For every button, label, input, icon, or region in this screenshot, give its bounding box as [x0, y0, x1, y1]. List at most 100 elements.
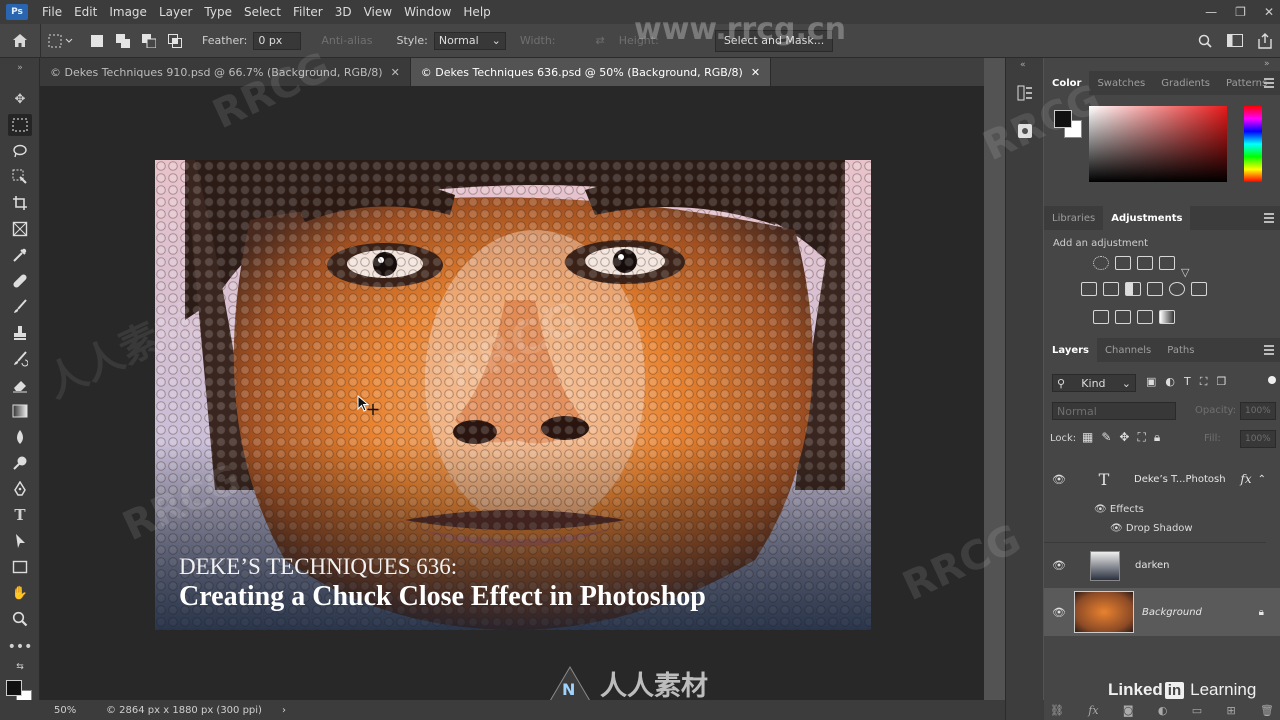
menu-type[interactable]: Type — [198, 5, 238, 19]
layer-row-text[interactable]: 👁︎ T Deke’s T...Photosh fx ⌃ — [1044, 456, 1266, 502]
subtract-selection-icon[interactable] — [136, 33, 162, 48]
panel-menu-icon[interactable] — [1264, 78, 1274, 88]
dodge-tool-icon[interactable] — [8, 452, 32, 474]
close-window-icon[interactable]: ✕ — [1264, 5, 1274, 19]
frame-tool-icon[interactable] — [8, 218, 32, 240]
gradient-tool-icon[interactable] — [8, 400, 32, 422]
rectangle-tool-icon[interactable] — [8, 556, 32, 578]
drop-shadow-row[interactable]: 👁︎ Drop Shadow — [1110, 523, 1193, 534]
brush-tool-icon[interactable] — [8, 296, 32, 318]
more-tools-icon[interactable]: ••• — [8, 636, 33, 658]
layer-filter-select[interactable]: ⚲ Kind ⌄ — [1052, 374, 1136, 392]
eye-icon[interactable]: 👁︎ — [1110, 523, 1123, 534]
photo-filter-icon[interactable] — [1147, 282, 1163, 296]
home-icon[interactable] — [0, 33, 40, 48]
hue-saturation-icon[interactable] — [1081, 282, 1097, 296]
style-select[interactable]: Normal ⌄ — [433, 31, 506, 50]
crop-tool-icon[interactable] — [8, 192, 32, 214]
invert-icon[interactable] — [1093, 310, 1109, 324]
curves-icon[interactable] — [1137, 256, 1153, 270]
pen-tool-icon[interactable] — [8, 478, 32, 500]
eye-icon[interactable]: 👁︎ — [1044, 559, 1074, 572]
collapse-toolbar-icon[interactable]: » — [8, 62, 32, 74]
menu-file[interactable]: File — [36, 5, 68, 19]
lasso-tool-icon[interactable] — [8, 140, 32, 162]
feather-input[interactable]: 0 px — [253, 31, 302, 50]
menu-view[interactable]: View — [358, 5, 398, 19]
lock-artboard-icon[interactable]: ⛶ — [1137, 430, 1145, 445]
gradient-map-icon[interactable] — [1159, 310, 1175, 324]
brightness-contrast-icon[interactable] — [1093, 256, 1109, 270]
menu-window[interactable]: Window — [398, 5, 457, 19]
black-white-icon[interactable] — [1125, 282, 1141, 296]
menu-edit[interactable]: Edit — [68, 5, 103, 19]
menu-select[interactable]: Select — [238, 5, 287, 19]
opacity-input[interactable]: 100% — [1240, 402, 1276, 420]
panel-menu-icon[interactable] — [1264, 345, 1274, 355]
collapse-panels-icon[interactable]: » — [1264, 59, 1270, 69]
antialias-checkbox[interactable]: Anti-alias — [321, 34, 372, 47]
filter-toggle[interactable] — [1268, 376, 1276, 384]
tab-libraries[interactable]: Libraries — [1044, 206, 1103, 230]
filter-shape-icon[interactable]: ⛶ — [1200, 375, 1208, 389]
minimize-icon[interactable]: — — [1205, 5, 1217, 19]
clone-stamp-tool-icon[interactable] — [8, 322, 32, 344]
new-group-icon[interactable]: ▭ — [1192, 704, 1202, 717]
share-icon[interactable] — [1250, 32, 1280, 49]
document-image[interactable]: RRCG DEKE’S TECHNIQUES 636: Creating a C… — [155, 160, 871, 630]
swap-dimensions-icon[interactable]: ⇄ — [596, 34, 605, 47]
add-mask-icon[interactable]: ◙ — [1123, 704, 1134, 717]
menu-help[interactable]: Help — [457, 5, 496, 19]
menu-filter[interactable]: Filter — [287, 5, 329, 19]
new-adjustment-icon[interactable]: ◐ — [1158, 704, 1168, 717]
tab-layers[interactable]: Layers — [1044, 338, 1097, 362]
lock-all-icon[interactable]: 🔒︎ — [1154, 430, 1160, 445]
new-layer-icon[interactable]: ⊞ — [1226, 704, 1235, 717]
workspace-icon[interactable] — [1220, 34, 1250, 47]
tab-document-910[interactable]: © Dekes Techniques 910.psd @ 66.7% (Back… — [40, 58, 411, 86]
eye-icon[interactable]: 👁︎ — [1044, 606, 1074, 619]
chevron-up-icon[interactable]: ⌃ — [1258, 474, 1266, 485]
menu-layer[interactable]: Layer — [153, 5, 198, 19]
blend-mode-select[interactable]: Normal — [1052, 402, 1176, 420]
delete-layer-icon[interactable]: 🗑︎ — [1260, 704, 1274, 717]
link-layers-icon[interactable]: ⛓ — [1050, 704, 1064, 717]
color-balance-icon[interactable] — [1103, 282, 1119, 296]
filter-type-icon[interactable]: T — [1184, 375, 1191, 389]
levels-icon[interactable] — [1115, 256, 1131, 270]
add-style-icon[interactable]: fx — [1088, 704, 1098, 717]
exposure-icon[interactable] — [1159, 256, 1175, 270]
fill-input[interactable]: 100% — [1240, 430, 1276, 448]
color-field[interactable] — [1089, 106, 1227, 182]
tab-paths[interactable]: Paths — [1159, 338, 1202, 362]
channel-mixer-icon[interactable] — [1169, 282, 1185, 296]
search-icon[interactable] — [1190, 34, 1220, 48]
menu-image[interactable]: Image — [103, 5, 153, 19]
foreground-color-swatch[interactable] — [6, 680, 22, 696]
tab-adjustments[interactable]: Adjustments — [1103, 206, 1191, 230]
marquee-preset-icon[interactable] — [40, 23, 80, 58]
history-brush-tool-icon[interactable] — [8, 348, 32, 370]
intersect-selection-icon[interactable] — [162, 33, 188, 48]
filter-smart-object-icon[interactable]: ❐ — [1216, 375, 1226, 389]
new-selection-icon[interactable] — [84, 34, 110, 47]
vibrance-icon[interactable]: ▽ — [1181, 256, 1197, 279]
swap-colors-icon[interactable]: ⇆ — [8, 660, 32, 674]
eraser-tool-icon[interactable] — [8, 374, 32, 396]
eyedropper-tool-icon[interactable] — [8, 244, 32, 266]
rectangular-marquee-tool-icon[interactable] — [8, 114, 32, 136]
close-icon[interactable]: ✕ — [751, 66, 760, 79]
lock-transparent-icon[interactable]: ▦ — [1082, 430, 1093, 445]
lock-pixels-icon[interactable]: ✎ — [1101, 430, 1111, 445]
path-selection-tool-icon[interactable] — [8, 530, 32, 552]
blur-tool-icon[interactable] — [8, 426, 32, 448]
threshold-icon[interactable] — [1137, 310, 1153, 324]
layer-row-background[interactable]: 👁︎ Background 🔒︎ — [1044, 588, 1280, 636]
type-tool-icon[interactable]: T — [8, 504, 32, 526]
hue-slider[interactable] — [1244, 106, 1262, 182]
eye-icon[interactable]: 👁︎ — [1044, 473, 1074, 486]
filter-pixel-icon[interactable]: ▣ — [1146, 375, 1156, 389]
object-selection-tool-icon[interactable] — [8, 166, 32, 188]
effects-row[interactable]: 👁︎ Effects — [1094, 504, 1144, 515]
zoom-level[interactable]: 50% — [0, 705, 100, 716]
